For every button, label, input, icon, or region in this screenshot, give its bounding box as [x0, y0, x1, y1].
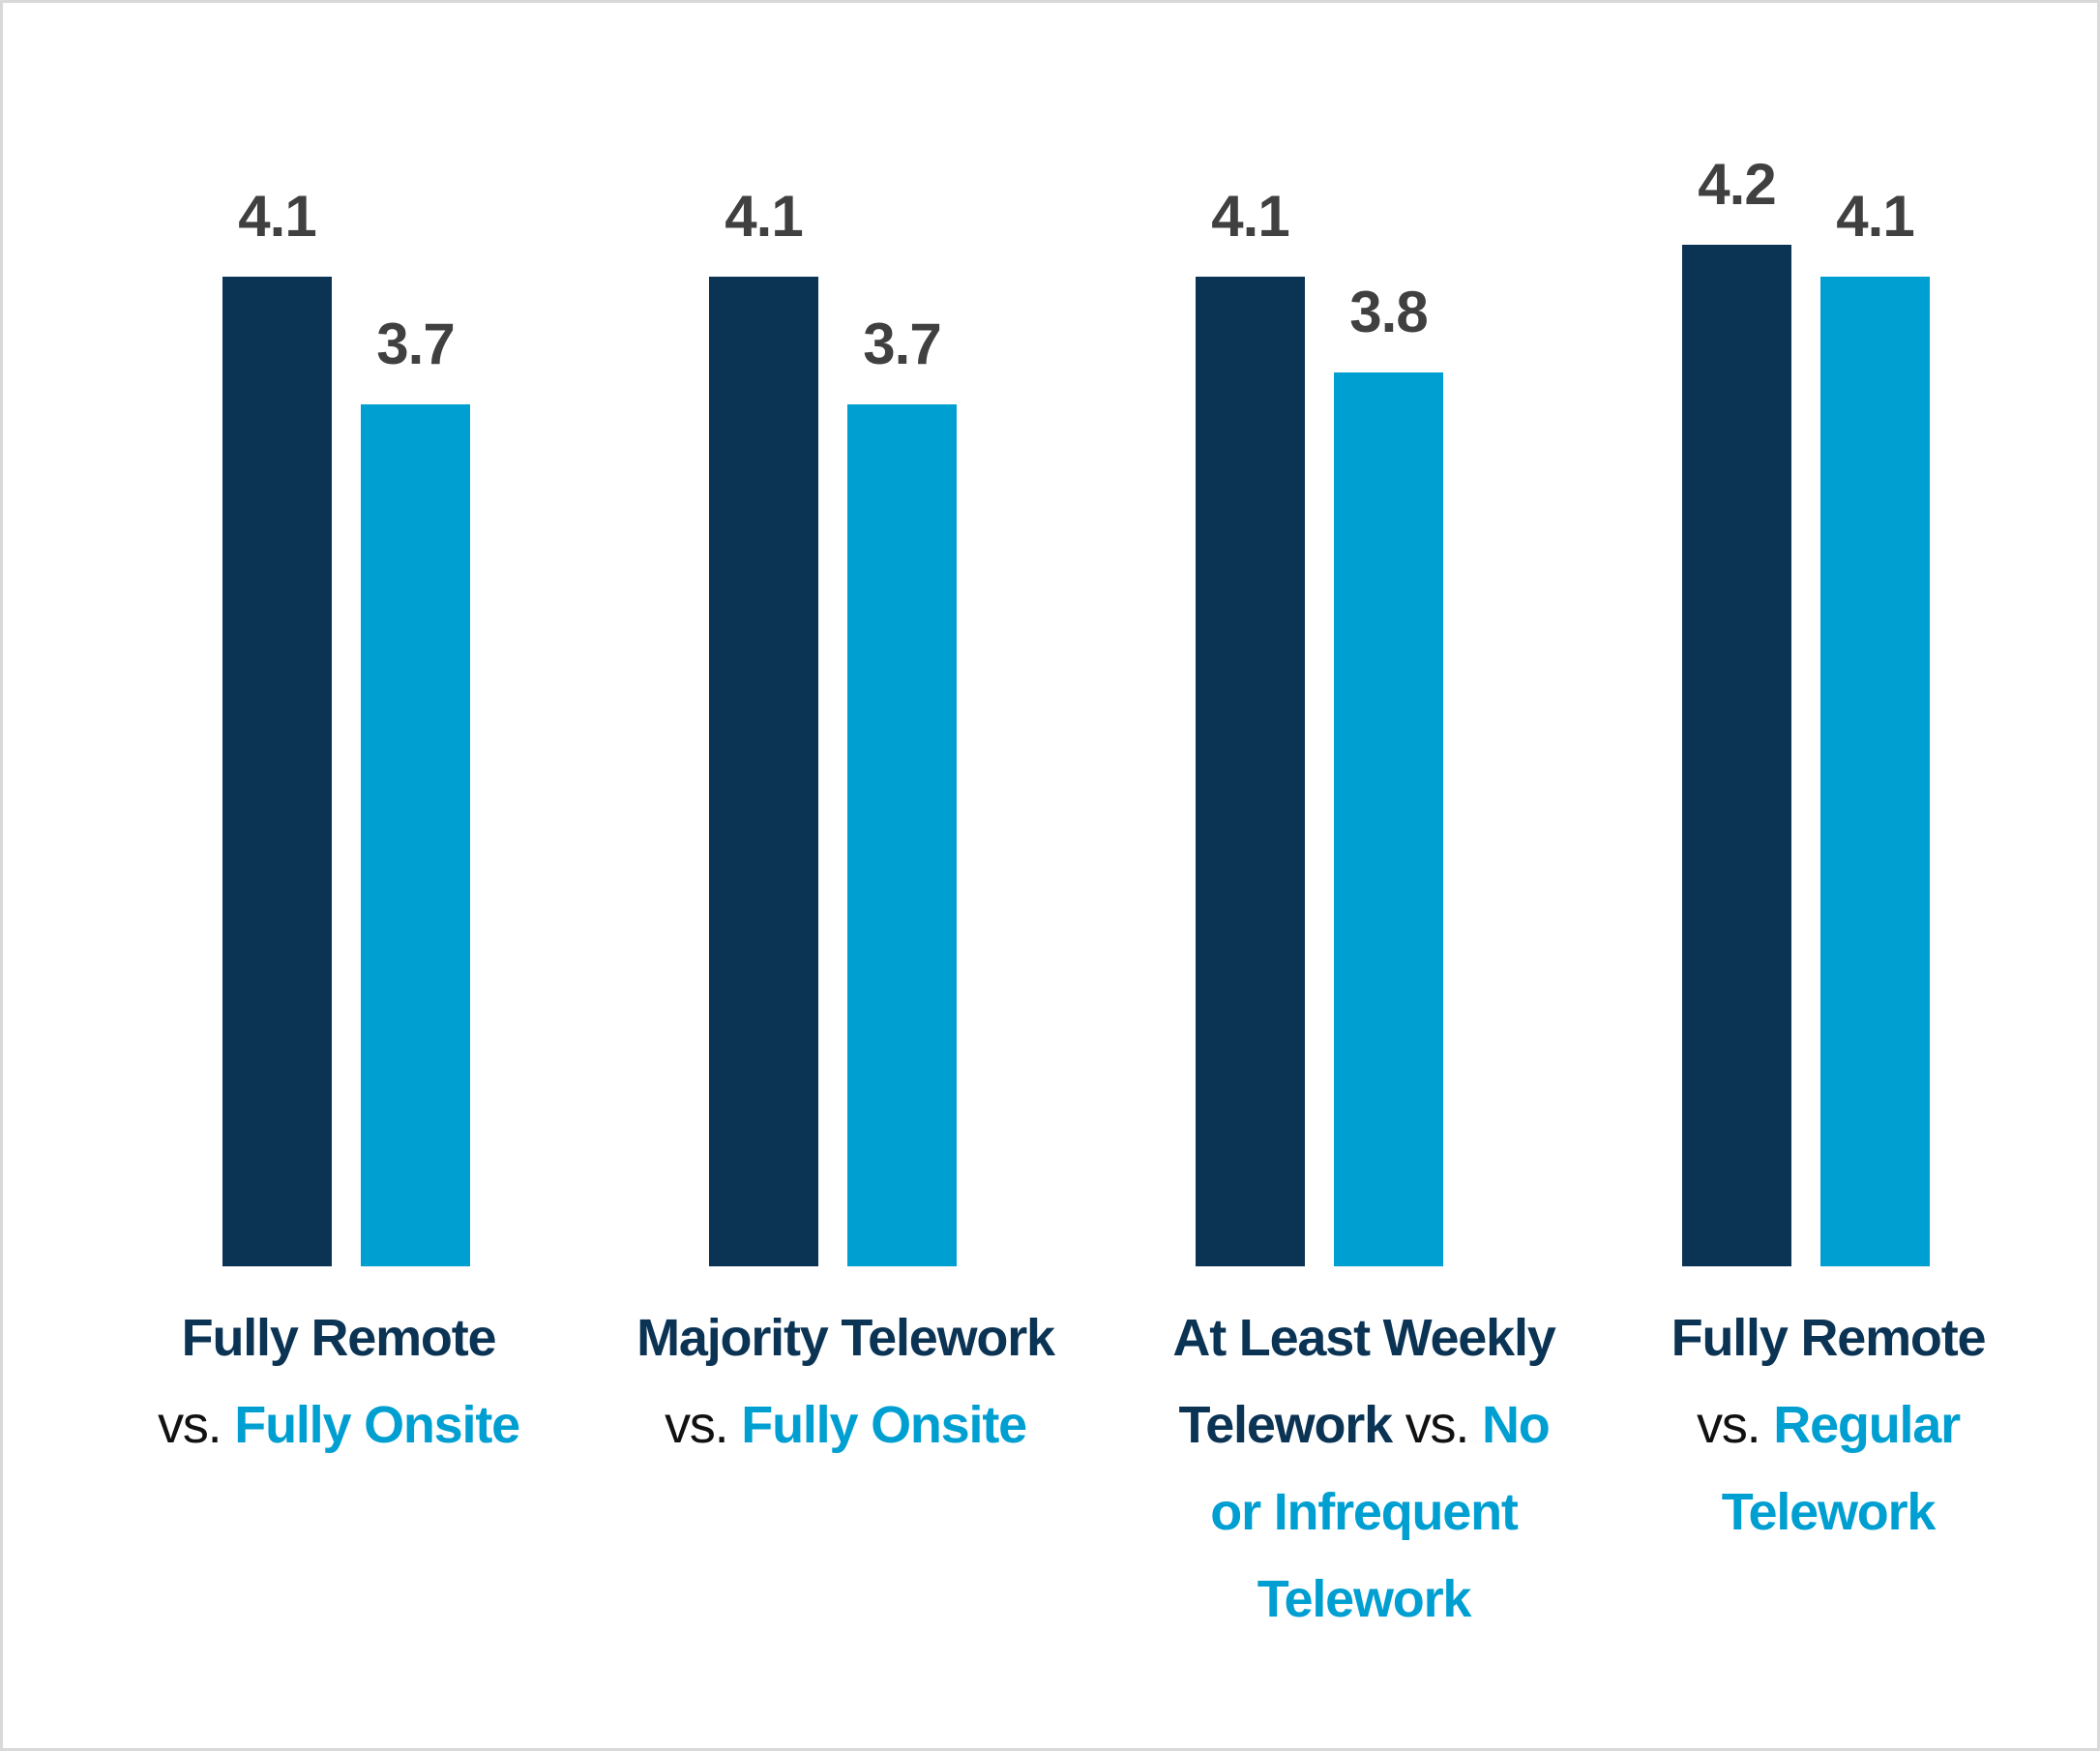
primary-group-label: At Least Weekly [1172, 1309, 1555, 1367]
comparison-group-label: Fully Onsite [234, 1396, 520, 1454]
bar-comparison-2 [1334, 372, 1443, 1266]
primary-group-label: Fully Remote [1671, 1309, 1987, 1367]
value-label-primary-0: 4.1 [238, 184, 315, 249]
vs-connector: vs. [1697, 1396, 1761, 1454]
vs-connector: vs. [1405, 1396, 1470, 1454]
comparison-group-label: Regular [1773, 1396, 1961, 1454]
primary-group-label-cont: Telework [1178, 1396, 1393, 1454]
comparison-group-label-cont: Telework [1257, 1570, 1472, 1628]
bar-primary-0 [222, 277, 332, 1266]
bar-primary-2 [1196, 277, 1305, 1266]
bar-comparison-3 [1820, 277, 1930, 1266]
bar-comparison-1 [847, 404, 957, 1266]
value-label-comparison-1: 3.7 [863, 312, 940, 376]
value-label-primary-2: 4.1 [1211, 184, 1288, 249]
value-label-comparison-2: 3.8 [1349, 280, 1427, 344]
primary-group-label: Majority Telework [636, 1309, 1055, 1367]
bar-comparison-0 [361, 404, 470, 1266]
value-label-primary-3: 4.2 [1698, 152, 1775, 217]
bar-primary-1 [709, 277, 818, 1266]
value-label-comparison-0: 3.7 [376, 312, 454, 376]
value-label-comparison-3: 4.1 [1836, 184, 1913, 249]
primary-group-label: Fully Remote [181, 1309, 497, 1367]
comparison-group-label-cont: Telework [1721, 1483, 1937, 1541]
category-label-weekly-telework-vs-infrequent: At Least Weekly Telework vs. No or Infre… [1112, 1294, 1615, 1643]
comparison-group-label: No [1481, 1396, 1551, 1454]
vs-connector: vs. [665, 1396, 729, 1454]
vs-connector: vs. [158, 1396, 222, 1454]
bar-primary-3 [1682, 245, 1791, 1266]
value-label-primary-1: 4.1 [725, 184, 802, 249]
category-label-majority-telework-vs-fully-onsite: Majority Telework vs. Fully Onsite [594, 1294, 1097, 1469]
comparison-group-label: Fully Onsite [741, 1396, 1027, 1454]
category-label-fully-remote-vs-regular-telework: Fully Remote vs. Regular Telework [1577, 1294, 2080, 1556]
comparison-group-label-cont: or Infrequent [1210, 1483, 1519, 1541]
category-label-fully-remote-vs-fully-onsite: Fully Remote vs. Fully Onsite [87, 1294, 590, 1469]
